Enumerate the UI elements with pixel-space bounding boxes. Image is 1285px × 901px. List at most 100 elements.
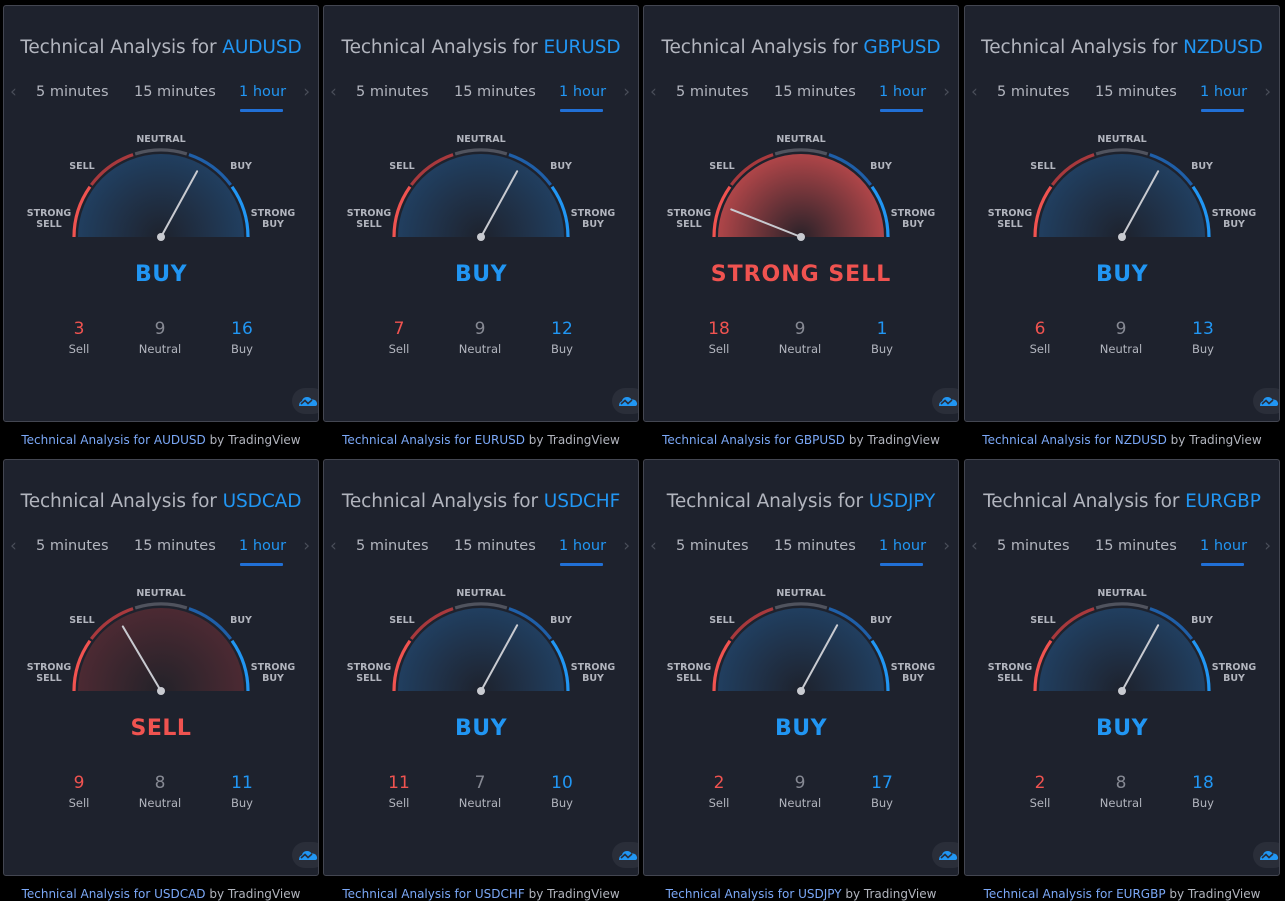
tradingview-logo-button[interactable] [1253, 388, 1279, 414]
tab-15-minutes[interactable]: 15 minutes [134, 84, 216, 100]
tab-1-hour[interactable]: 1 hour [239, 84, 286, 100]
gauge-label-strong-buy: STRONG BUY [1211, 208, 1257, 230]
title-symbol[interactable]: USDJPY [869, 491, 936, 512]
widget-title: Technical Analysis for USDCAD [4, 491, 318, 512]
footer-link[interactable]: Technical Analysis for EURGBP [984, 887, 1166, 901]
neutral-count: 9 Neutral [440, 318, 520, 356]
tradingview-logo-button[interactable] [1253, 842, 1279, 868]
chevron-right-icon[interactable]: › [1264, 82, 1271, 102]
chevron-right-icon[interactable]: › [943, 82, 950, 102]
footer-link[interactable]: Technical Analysis for EURUSD [342, 433, 525, 447]
footer-link[interactable]: Technical Analysis for GBPUSD [662, 433, 845, 447]
footer-link[interactable]: Technical Analysis for USDJPY [666, 887, 842, 901]
title-symbol[interactable]: NZDUSD [1183, 37, 1263, 58]
chevron-left-icon[interactable]: ‹ [971, 82, 978, 102]
buy-count: 11 Buy [202, 772, 282, 810]
gauge-label-strong-sell: STRONG SELL [987, 662, 1033, 684]
tab-5-minutes[interactable]: 5 minutes [356, 84, 429, 100]
title-symbol[interactable]: AUDUSD [222, 37, 301, 58]
title-symbol[interactable]: USDCAD [223, 491, 302, 512]
chevron-left-icon[interactable]: ‹ [330, 82, 337, 102]
footer-attribution: by TradingView [524, 433, 620, 447]
tab-5-minutes[interactable]: 5 minutes [36, 84, 109, 100]
tab-1-hour[interactable]: 1 hour [559, 84, 606, 100]
tab-1-hour[interactable]: 1 hour [239, 538, 286, 554]
tab-15-minutes[interactable]: 15 minutes [774, 538, 856, 554]
chevron-right-icon[interactable]: › [623, 536, 630, 556]
tradingview-logo-button[interactable] [932, 388, 958, 414]
neutral-count-value: 9 [154, 319, 166, 339]
neutral-count-label: Neutral [778, 796, 822, 810]
chevron-left-icon[interactable]: ‹ [330, 536, 337, 556]
tradingview-logo-button[interactable] [292, 388, 318, 414]
title-symbol[interactable]: GBPUSD [863, 37, 940, 58]
tab-1-hour[interactable]: 1 hour [1200, 84, 1247, 100]
chevron-left-icon[interactable]: ‹ [10, 82, 17, 102]
tab-15-minutes[interactable]: 15 minutes [454, 84, 536, 100]
tab-1-hour[interactable]: 1 hour [879, 538, 926, 554]
tradingview-logo-button[interactable] [612, 388, 638, 414]
chevron-right-icon[interactable]: › [303, 82, 310, 102]
tab-15-minutes[interactable]: 15 minutes [454, 538, 536, 554]
tab-15-minutes[interactable]: 15 minutes [1095, 84, 1177, 100]
footer-link[interactable]: Technical Analysis for NZDUSD [982, 433, 1167, 447]
interval-tabs: ‹ 5 minutes 15 minutes 1 hour › [965, 76, 1279, 116]
sell-count: 3 Sell [39, 318, 119, 356]
chevron-left-icon[interactable]: ‹ [10, 536, 17, 556]
sell-count-value: 7 [393, 319, 405, 339]
neutral-count-value: 9 [1115, 319, 1127, 339]
tab-5-minutes[interactable]: 5 minutes [997, 84, 1070, 100]
title-symbol[interactable]: USDCHF [544, 491, 621, 512]
buy-count-value: 13 [1192, 319, 1214, 339]
tab-15-minutes[interactable]: 15 minutes [774, 84, 856, 100]
signal-counts: 2 Sell 9 Neutral 17 Buy [644, 772, 958, 822]
buy-count-value: 16 [231, 319, 253, 339]
interval-tabs: ‹ 5 minutes 15 minutes 1 hour › [965, 530, 1279, 570]
gauge-label-strong-sell: STRONG SELL [26, 208, 72, 230]
widget-title: Technical Analysis for NZDUSD [965, 37, 1279, 58]
tradingview-logo-button[interactable] [932, 842, 958, 868]
tab-5-minutes[interactable]: 5 minutes [676, 84, 749, 100]
title-symbol[interactable]: EURUSD [543, 37, 620, 58]
tab-1-hour[interactable]: 1 hour [559, 538, 606, 554]
tab-15-minutes[interactable]: 15 minutes [134, 538, 216, 554]
gauge-label-neutral: NEUTRAL [1097, 588, 1147, 599]
widget-card: Technical Analysis for USDCAD ‹ 5 minute… [3, 459, 319, 876]
title-symbol[interactable]: EURGBP [1185, 491, 1261, 512]
sell-count-value: 9 [73, 773, 85, 793]
tradingview-logo-button[interactable] [292, 842, 318, 868]
tab-5-minutes[interactable]: 5 minutes [36, 538, 109, 554]
footer-link[interactable]: Technical Analysis for USDCAD [22, 887, 206, 901]
tab-5-minutes[interactable]: 5 minutes [676, 538, 749, 554]
chevron-left-icon[interactable]: ‹ [650, 82, 657, 102]
footer-link[interactable]: Technical Analysis for AUDUSD [21, 433, 205, 447]
chevron-left-icon[interactable]: ‹ [650, 536, 657, 556]
tab-15-minutes[interactable]: 15 minutes [1095, 538, 1177, 554]
widget-title: Technical Analysis for USDCHF [324, 491, 638, 512]
tab-1-hour[interactable]: 1 hour [879, 84, 926, 100]
tab-5-minutes[interactable]: 5 minutes [997, 538, 1070, 554]
sell-count-label: Sell [68, 796, 90, 810]
tab-1-hour[interactable]: 1 hour [1200, 538, 1247, 554]
tab-5-minutes[interactable]: 5 minutes [356, 538, 429, 554]
gauge-needle-pivot [797, 687, 805, 695]
neutral-count-label: Neutral [1099, 342, 1143, 356]
gauge-label-strong-sell: STRONG SELL [26, 662, 72, 684]
chevron-right-icon[interactable]: › [1264, 536, 1271, 556]
chevron-right-icon[interactable]: › [303, 536, 310, 556]
widget-footer: Technical Analysis for USDJPY by Trading… [643, 887, 959, 901]
gauge-label-strong-buy: STRONG BUY [250, 208, 296, 230]
gauge-label-buy: BUY [550, 615, 572, 626]
sell-count: 11 Sell [359, 772, 439, 810]
tradingview-logo-button[interactable] [612, 842, 638, 868]
widget-card: Technical Analysis for AUDUSD ‹ 5 minute… [3, 5, 319, 422]
gauge-label-strong-buy: STRONG BUY [890, 208, 936, 230]
widget-card: Technical Analysis for USDCHF ‹ 5 minute… [323, 459, 639, 876]
gauge: STRONG SELL SELL NEUTRAL BUY STRONG BUY [965, 124, 1279, 254]
chevron-right-icon[interactable]: › [623, 82, 630, 102]
chevron-right-icon[interactable]: › [943, 536, 950, 556]
gauge-fill [78, 608, 244, 691]
chevron-left-icon[interactable]: ‹ [971, 536, 978, 556]
widget-card: Technical Analysis for GBPUSD ‹ 5 minute… [643, 5, 959, 422]
footer-link[interactable]: Technical Analysis for USDCHF [342, 887, 524, 901]
